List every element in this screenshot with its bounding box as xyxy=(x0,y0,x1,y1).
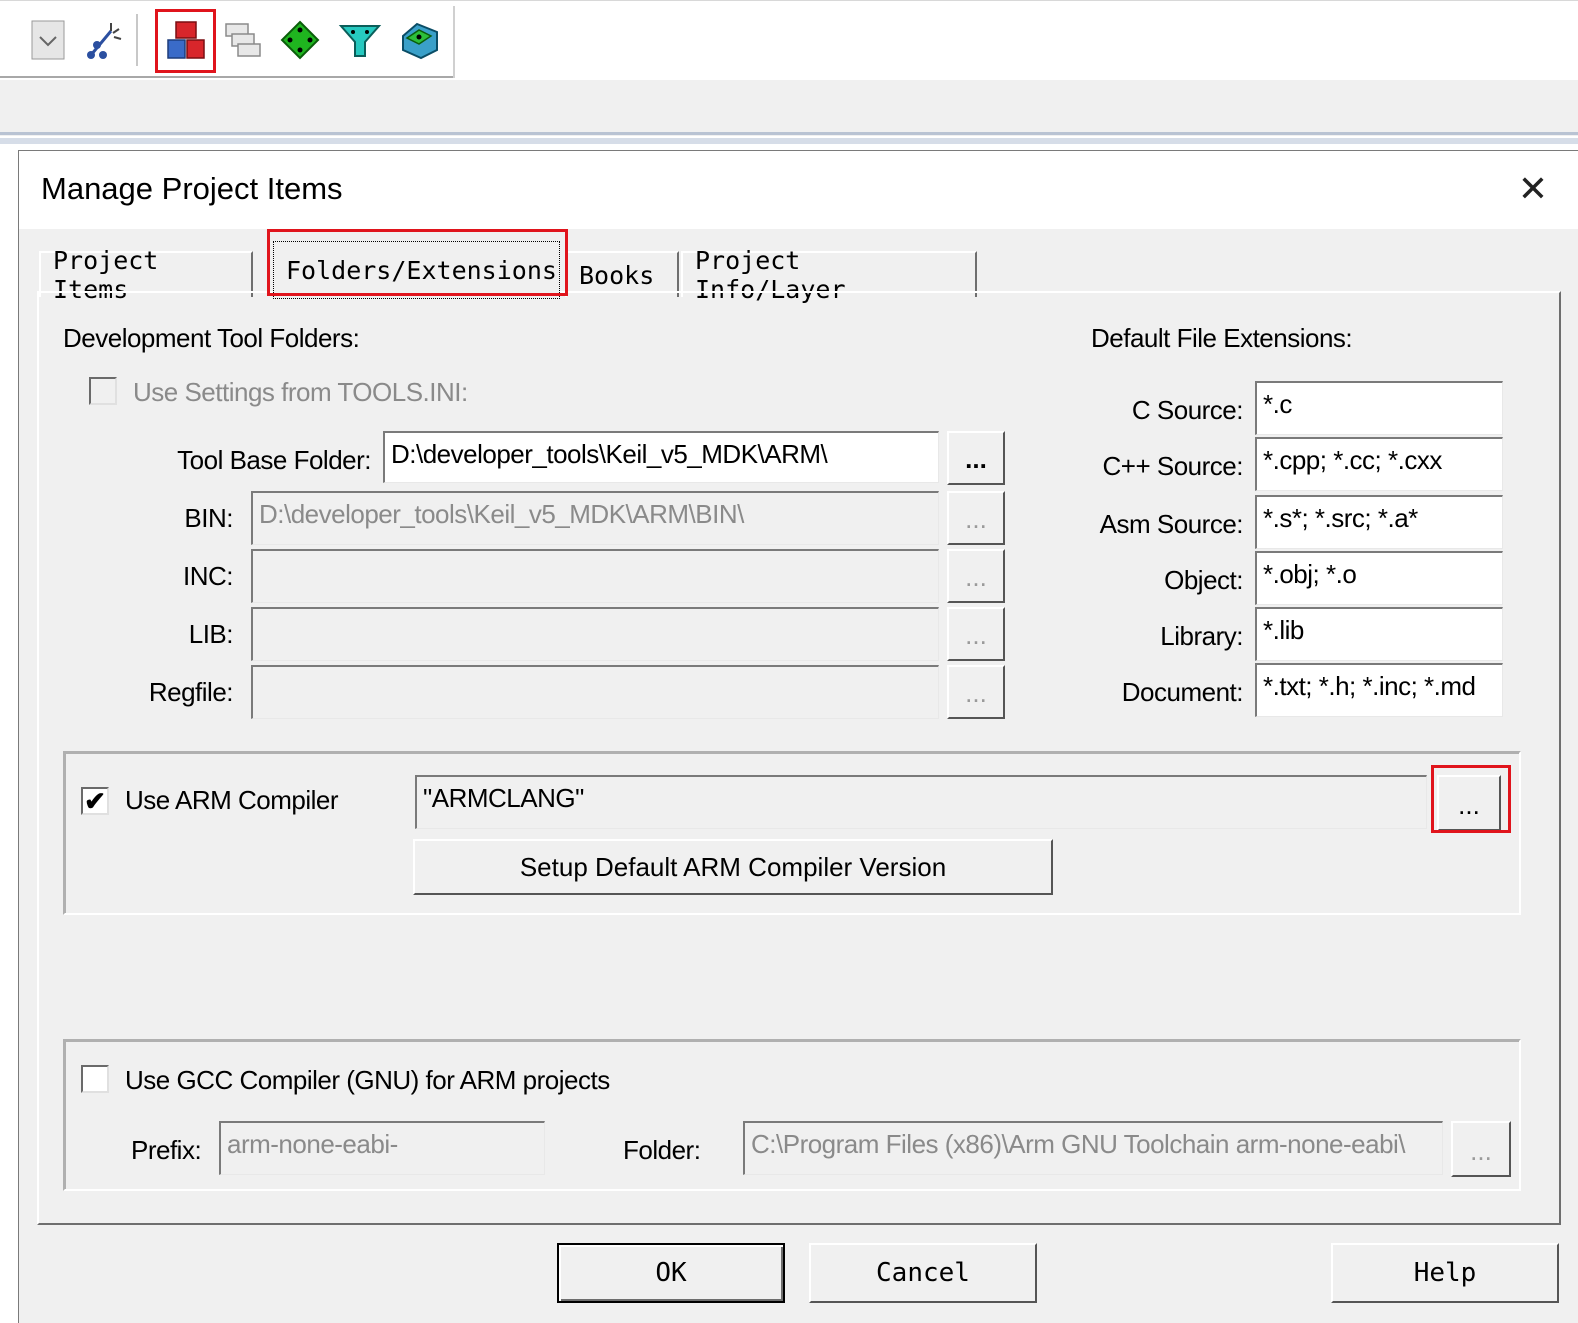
document-input[interactable]: *.txt; *.h; *.inc; *.md xyxy=(1255,663,1503,717)
close-icon[interactable]: ✕ xyxy=(1509,161,1557,217)
cpp-source-input[interactable]: *.cpp; *.cc; *.cxx xyxy=(1255,437,1503,491)
gcc-prefix-input[interactable]: arm-none-eabi- xyxy=(219,1121,545,1175)
toolbar-strip xyxy=(0,80,1578,136)
gcc-folder-input[interactable]: C:\Program Files (x86)\Arm GNU Toolchain… xyxy=(743,1121,1443,1175)
tool-base-folder-label: Tool Base Folder: xyxy=(177,445,371,475)
bin-browse-button[interactable]: ... xyxy=(947,491,1005,545)
lib-folder-input[interactable] xyxy=(251,607,939,661)
gcc-folder-browse-button[interactable]: ... xyxy=(1451,1121,1511,1177)
target-options-icon[interactable] xyxy=(272,10,328,70)
inc-folder-input[interactable] xyxy=(251,549,939,603)
regfile-browse-button[interactable]: ... xyxy=(947,665,1005,719)
ok-button[interactable]: OK xyxy=(557,1243,785,1303)
tab-label: Books xyxy=(579,260,655,290)
pack-installer-icon[interactable] xyxy=(392,10,448,70)
toolbar-divider xyxy=(453,6,455,78)
tool-base-browse-button[interactable]: ... xyxy=(947,431,1005,485)
inc-label: INC: xyxy=(183,561,234,591)
highlight-box xyxy=(1431,765,1511,833)
bin-label: BIN: xyxy=(184,503,233,533)
dialog-title: Manage Project Items xyxy=(41,171,343,206)
dev-tool-folders-heading: Development Tool Folders: xyxy=(63,323,360,353)
batch-build-icon[interactable] xyxy=(214,10,270,70)
bin-folder-input[interactable]: D:\developer_tools\Keil_v5_MDK\ARM\BIN\ xyxy=(251,491,939,545)
lib-browse-button[interactable]: ... xyxy=(947,607,1005,661)
default-file-extensions-heading: Default File Extensions: xyxy=(1091,323,1353,353)
c-source-input[interactable]: *.c xyxy=(1255,381,1503,435)
dropdown-arrow-icon[interactable] xyxy=(20,10,76,70)
tool-base-folder-input[interactable]: D:\developer_tools\Keil_v5_MDK\ARM\ xyxy=(383,431,939,483)
setup-default-arm-compiler-button[interactable]: Setup Default ARM Compiler Version xyxy=(413,839,1053,895)
use-tools-ini-checkbox[interactable] xyxy=(89,377,117,405)
regfile-input[interactable] xyxy=(251,665,939,719)
cpp-source-label: C++ Source: xyxy=(1102,451,1244,481)
use-gcc-compiler-label: Use GCC Compiler (GNU) for ARM projects xyxy=(125,1065,610,1095)
manage-project-items-icon[interactable] xyxy=(155,9,216,73)
help-button[interactable]: Help xyxy=(1331,1243,1559,1303)
object-input[interactable]: *.obj; *.o xyxy=(1255,551,1503,605)
arm-compiler-input[interactable]: "ARMCLANG" xyxy=(415,775,1427,829)
use-arm-compiler-label: Use ARM Compiler xyxy=(125,785,339,815)
c-source-label: C Source: xyxy=(1131,395,1244,425)
toolbar-divider xyxy=(0,76,455,78)
use-tools-ini-label: Use Settings from TOOLS.INI: xyxy=(133,377,468,407)
use-arm-compiler-checkbox[interactable]: ✔ xyxy=(81,786,109,816)
window-divider xyxy=(0,132,1578,135)
magic-wand-icon[interactable] xyxy=(76,10,132,70)
library-label: Library: xyxy=(1160,621,1243,651)
regfile-label: Regfile: xyxy=(148,677,234,707)
manage-project-items-dialog: Manage Project Items ✕ Project Items Boo… xyxy=(18,150,1578,1323)
inc-browse-button[interactable]: ... xyxy=(947,549,1005,603)
folder-label: Folder: xyxy=(623,1135,701,1165)
toolbar-separator xyxy=(136,14,138,66)
cancel-button[interactable]: Cancel xyxy=(809,1243,1037,1303)
document-label: Document: xyxy=(1121,677,1244,707)
lib-label: LIB: xyxy=(188,619,234,649)
highlight-box xyxy=(267,229,568,296)
library-input[interactable]: *.lib xyxy=(1255,607,1503,661)
asm-source-input[interactable]: *.s*; *.src; *.a* xyxy=(1255,495,1503,549)
use-gcc-compiler-checkbox[interactable] xyxy=(81,1065,109,1093)
object-label: Object: xyxy=(1164,565,1243,595)
filter-funnel-icon[interactable] xyxy=(332,10,388,70)
prefix-label: Prefix: xyxy=(131,1135,202,1165)
asm-source-label: Asm Source: xyxy=(1099,509,1244,539)
